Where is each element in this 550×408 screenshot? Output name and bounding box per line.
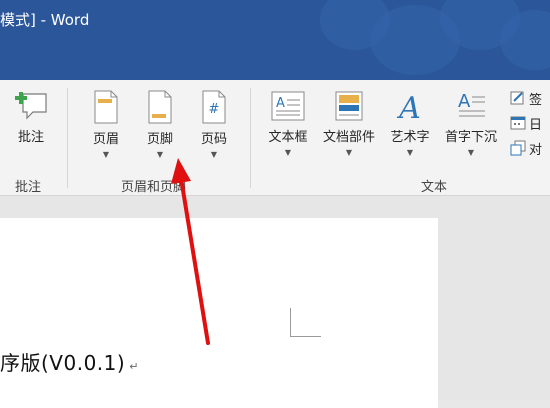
paragraph-mark: ↵	[129, 360, 139, 373]
window-title: 模式] - Word	[0, 11, 90, 29]
ribbon-insert: 批注 批注 页眉 ▼ 页脚 ▼ # 页码 ▼ 页眉和页脚 A 文本框 ▼ 文档部…	[0, 80, 550, 196]
page-number-button-label: 页码	[200, 132, 227, 147]
quick-parts-dropdown-caret-icon: ▼	[345, 148, 353, 157]
group-divider	[67, 88, 68, 188]
quick-parts-button[interactable]: 文档部件 ▼	[318, 90, 380, 157]
svg-text:A: A	[276, 96, 285, 111]
title-bar: 模式] - Word	[0, 0, 550, 80]
calendar-icon	[510, 116, 526, 130]
header-page-icon	[94, 90, 118, 124]
comment-button[interactable]: 批注	[8, 86, 54, 145]
footer-dropdown-caret-icon: ▼	[156, 150, 164, 159]
comment-icon	[15, 92, 47, 120]
dropcap-dropdown-caret-icon: ▼	[467, 148, 475, 157]
header-button-label: 页眉	[92, 132, 119, 147]
signature-icon	[510, 91, 524, 105]
quick-parts-icon	[335, 91, 363, 121]
header-button[interactable]: 页眉 ▼	[84, 90, 128, 159]
textbox-icon: A	[271, 91, 305, 121]
quick-parts-button-label: 文档部件	[322, 130, 375, 145]
dropcap-button[interactable]: A 首字下沉 ▼	[438, 90, 504, 157]
object-icon	[510, 140, 526, 156]
signature-line-button[interactable]: 签	[510, 88, 542, 108]
document-area: 序版(V0.0.1) ↵	[0, 196, 550, 408]
date-time-label: 日	[529, 117, 543, 133]
textbox-button[interactable]: A 文本框 ▼	[262, 90, 314, 157]
object-label: 对	[529, 142, 543, 158]
document-page[interactable]: 序版(V0.0.1) ↵	[0, 218, 438, 408]
dropcap-icon: A	[458, 91, 485, 117]
svg-text:A: A	[396, 91, 421, 122]
wordart-button[interactable]: A 艺术字 ▼	[384, 90, 436, 157]
header-dropdown-caret-icon: ▼	[102, 150, 110, 159]
wordart-dropdown-caret-icon: ▼	[406, 148, 414, 157]
object-button[interactable]: 对	[510, 138, 542, 158]
textbox-dropdown-caret-icon: ▼	[284, 148, 292, 157]
footer-button-label: 页脚	[146, 132, 173, 147]
comment-button-label: 批注	[17, 130, 44, 145]
dropcap-button-label: 首字下沉	[444, 130, 497, 145]
group-label-header-footer: 页眉和页脚	[121, 180, 187, 195]
signature-line-label: 签	[529, 92, 543, 108]
group-label-comments: 批注	[15, 180, 42, 195]
document-text-content: 序版(V0.0.1)	[0, 351, 126, 375]
svg-text:#: #	[209, 102, 220, 117]
wordart-icon: A	[396, 91, 421, 122]
page-number-button[interactable]: # 页码 ▼	[192, 90, 236, 159]
wordart-button-label: 艺术字	[390, 130, 430, 145]
group-divider	[250, 88, 251, 188]
margin-corner-mark	[290, 308, 321, 337]
footer-button[interactable]: 页脚 ▼	[138, 90, 182, 159]
textbox-button-label: 文本框	[268, 130, 308, 145]
page-number-dropdown-caret-icon: ▼	[210, 150, 218, 159]
footer-page-icon	[148, 90, 172, 124]
document-text[interactable]: 序版(V0.0.1) ↵	[0, 347, 139, 376]
svg-text:A: A	[458, 91, 471, 112]
page-number-icon: #	[202, 90, 226, 124]
group-label-text: 文本	[421, 180, 448, 195]
date-time-button[interactable]: 日	[510, 113, 542, 133]
